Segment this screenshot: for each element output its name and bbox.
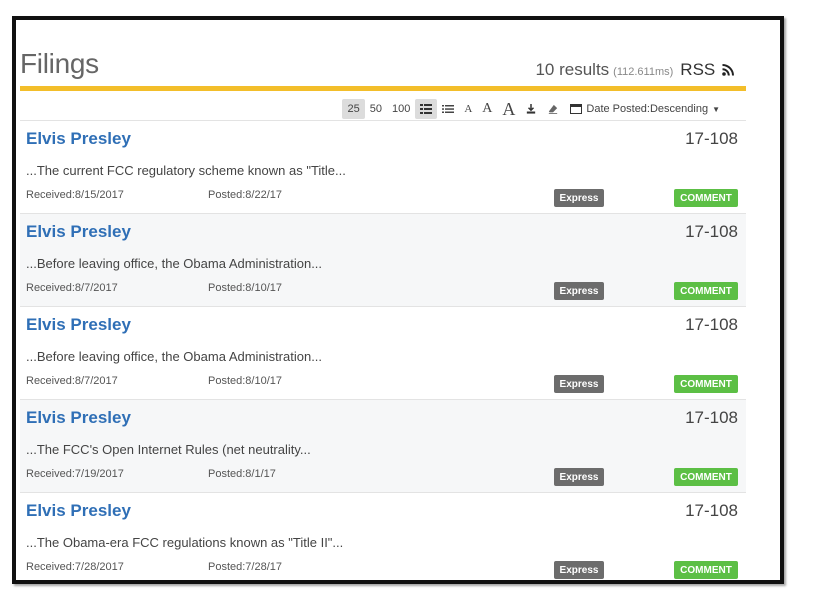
filing-snippet: ...Before leaving office, the Obama Admi… (26, 256, 323, 271)
page-size-50[interactable]: 50 (365, 99, 387, 119)
results-summary: 10 results (112.611ms) RSS (535, 60, 734, 80)
received-date: Received:8/7/2017 (26, 375, 118, 387)
page-size-25[interactable]: 25 (342, 99, 365, 119)
font-medium-button[interactable]: A (477, 99, 497, 119)
filing-snippet: ...The current FCC regulatory scheme kno… (26, 163, 346, 178)
window-frame: Filings 10 results (112.611ms) RSS 25 50… (12, 16, 784, 584)
express-badge: Express (554, 375, 604, 393)
rss-feed-icon (722, 64, 734, 76)
header-accent-bar (20, 86, 746, 91)
express-badge: Express (554, 189, 604, 207)
express-badge: Express (554, 561, 604, 579)
results-count: 10 results (535, 60, 610, 79)
filing-snippet: ...The Obama-era FCC regulations known a… (26, 535, 344, 550)
posted-date: Posted:8/10/17 (208, 282, 283, 294)
filings-header: Filings 10 results (112.611ms) RSS (20, 42, 746, 82)
page-size-100[interactable]: 100 (387, 99, 415, 119)
font-large-button[interactable]: A (497, 99, 520, 119)
express-badge: Express (554, 468, 604, 486)
filer-name-link[interactable]: Elvis Presley (26, 129, 131, 149)
filings-panel: Filings 10 results (112.611ms) RSS 25 50… (20, 20, 746, 580)
calendar-icon (570, 104, 583, 114)
sort-dropdown[interactable]: Date Posted:Descending ▼ (564, 103, 720, 115)
filer-name-link[interactable]: Elvis Presley (26, 501, 131, 521)
compact-list-icon (442, 105, 455, 113)
comment-badge: COMMENT (674, 561, 738, 579)
docket-number[interactable]: 17-108 (685, 408, 738, 428)
eraser-icon (549, 104, 558, 114)
received-date: Received:8/7/2017 (26, 282, 118, 294)
docket-number[interactable]: 17-108 (685, 501, 738, 521)
docket-number[interactable]: 17-108 (685, 222, 738, 242)
detail-list-icon (420, 104, 433, 114)
express-badge: Express (554, 282, 604, 300)
filer-name-link[interactable]: Elvis Presley (26, 315, 131, 335)
download-icon (527, 104, 536, 114)
rss-label: RSS (680, 60, 716, 79)
compact-view-button[interactable] (437, 99, 459, 119)
results-time: (112.611ms) (613, 66, 674, 78)
filing-snippet: ...Before leaving office, the Obama Admi… (26, 349, 323, 364)
filing-row: Elvis Presley 17-108 ...The current FCC … (20, 120, 746, 213)
detail-view-button[interactable] (415, 99, 438, 119)
posted-date: Posted:7/28/17 (208, 561, 283, 573)
posted-date: Posted:8/10/17 (208, 375, 283, 387)
filing-row: Elvis Presley 17-108 ...Before leaving o… (20, 213, 746, 306)
comment-badge: COMMENT (674, 282, 738, 300)
rss-link[interactable]: RSS (680, 60, 734, 80)
received-date: Received:7/19/2017 (26, 468, 124, 480)
filing-row: Elvis Presley 17-108 ...The FCC's Open I… (20, 399, 746, 492)
clear-button[interactable] (542, 99, 564, 119)
filing-row: Elvis Presley 17-108 ...Before leaving o… (20, 306, 746, 399)
comment-badge: COMMENT (674, 375, 738, 393)
results-toolbar: 25 50 100 A A A Date Posted:Descending ▼ (20, 98, 746, 120)
filing-row: Elvis Presley 17-108 ...The Obama-era FC… (20, 492, 746, 580)
received-date: Received:7/28/2017 (26, 561, 124, 573)
page-title: Filings (20, 48, 99, 79)
posted-date: Posted:8/22/17 (208, 189, 283, 201)
comment-badge: COMMENT (674, 189, 738, 207)
chevron-down-icon: ▼ (712, 104, 720, 114)
docket-number[interactable]: 17-108 (685, 315, 738, 335)
sort-label: Date Posted:Descending (586, 103, 709, 115)
font-small-button[interactable]: A (459, 99, 477, 119)
filings-list: Elvis Presley 17-108 ...The current FCC … (20, 120, 746, 580)
filer-name-link[interactable]: Elvis Presley (26, 408, 131, 428)
docket-number[interactable]: 17-108 (685, 129, 738, 149)
comment-badge: COMMENT (674, 468, 738, 486)
posted-date: Posted:8/1/17 (208, 468, 276, 480)
filing-snippet: ...The FCC's Open Internet Rules (net ne… (26, 442, 311, 457)
download-button[interactable] (520, 99, 542, 119)
filer-name-link[interactable]: Elvis Presley (26, 222, 131, 242)
received-date: Received:8/15/2017 (26, 189, 124, 201)
